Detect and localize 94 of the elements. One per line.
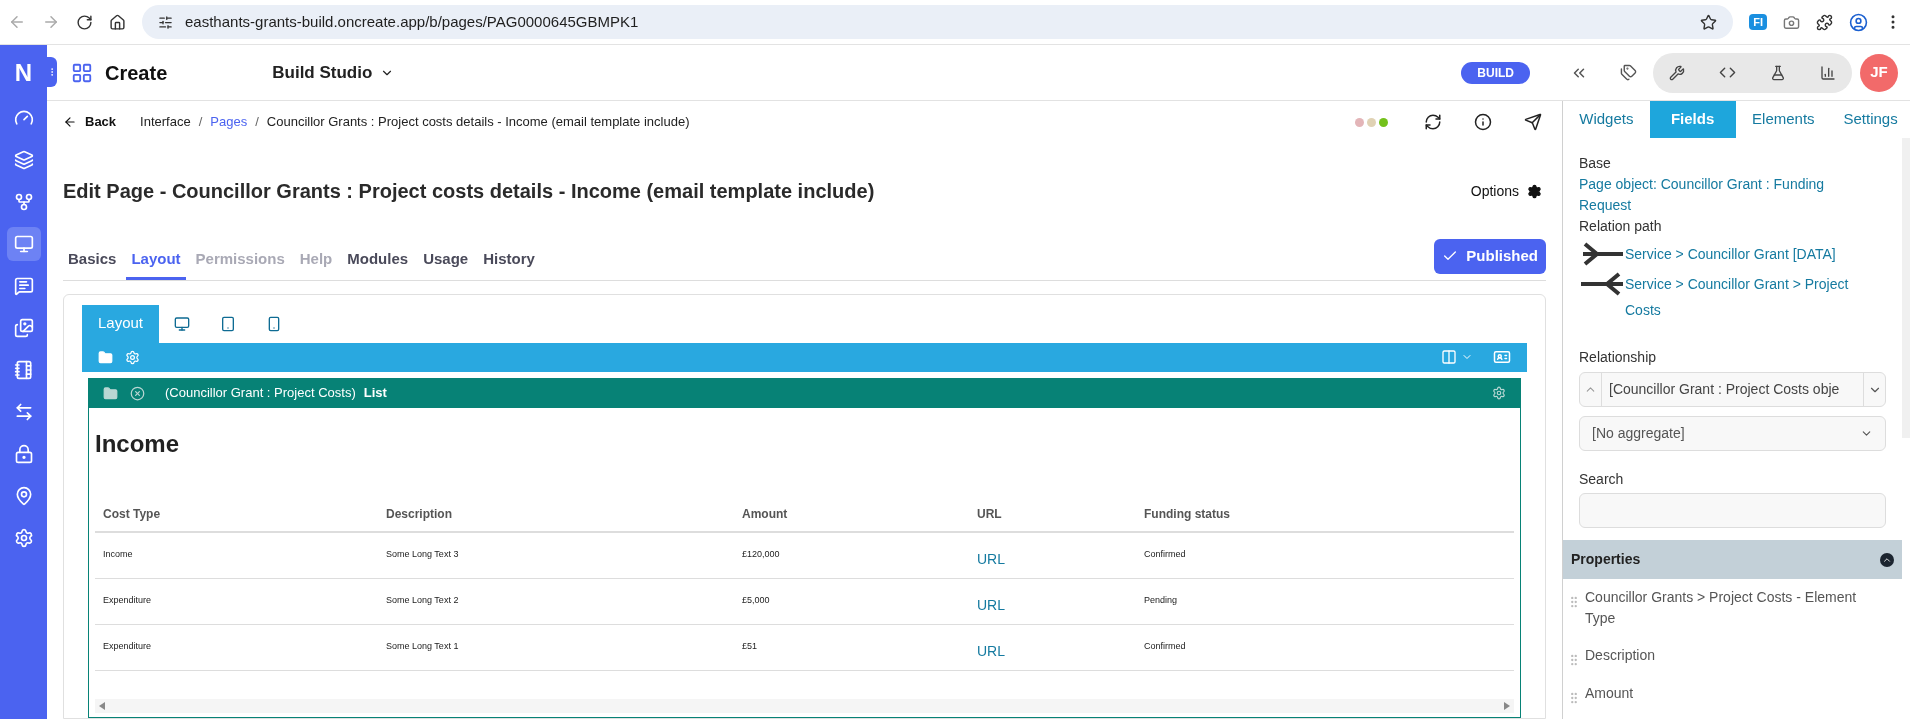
app-logo[interactable]: N <box>14 55 33 91</box>
site-info-icon[interactable] <box>158 14 173 30</box>
panel-tab[interactable]: Widgets <box>1563 101 1650 138</box>
extension-badge[interactable]: FI <box>1749 13 1767 31</box>
search-label: Search <box>1579 470 1625 489</box>
create-logo-icon <box>71 61 93 84</box>
gear-icon <box>1527 183 1542 199</box>
table-cell-text: Some Long Text 1 <box>385 640 460 654</box>
table-cell-text: £5,000 <box>741 594 771 608</box>
breadcrumb-item[interactable]: Pages <box>210 112 248 132</box>
breadcrumb-item: Councillor Grants : Project costs details - Income (email template include) <box>266 113 690 132</box>
page-tab[interactable]: Usage <box>418 248 474 280</box>
wrench-icon[interactable] <box>1669 64 1685 81</box>
mode-badge: BUILD <box>1461 61 1530 84</box>
panel-tab[interactable]: Elements <box>1735 101 1832 138</box>
send-icon[interactable] <box>1524 113 1542 131</box>
brand-name: Create <box>105 60 168 86</box>
table-cell-text: Some Long Text 2 <box>385 594 460 608</box>
panel-tab[interactable]: Settings <box>1831 101 1910 138</box>
url-link[interactable]: URL <box>969 632 1136 662</box>
sidebar-handle[interactable] <box>47 57 57 87</box>
table-cell-text: Confirmed <box>1143 640 1187 654</box>
table-cell-text: Expenditure <box>102 594 153 608</box>
user-avatar[interactable]: JF <box>1860 53 1898 92</box>
table-cell-text: Income <box>102 548 134 562</box>
column-header: Cost Type <box>102 506 162 523</box>
breadcrumb-item: Interface <box>140 113 191 132</box>
url-link[interactable]: URL <box>969 586 1136 616</box>
breadcrumb-separator: / <box>255 113 259 132</box>
page-tab[interactable]: Modules <box>342 248 414 280</box>
property-item[interactable]: Amount <box>1585 683 1646 704</box>
table-cell-text: Pending <box>1143 594 1179 608</box>
horizontal-scrollbar[interactable] <box>95 699 1514 713</box>
module-type: List <box>363 384 387 403</box>
chart-icon[interactable] <box>1820 64 1836 81</box>
settings-icon[interactable] <box>1492 386 1506 400</box>
folder-icon[interactable] <box>98 349 113 365</box>
close-icon[interactable] <box>130 385 145 401</box>
panel-tab[interactable]: Fields <box>1649 101 1736 138</box>
tags-icon[interactable] <box>1620 64 1637 81</box>
url-link[interactable]: URL <box>969 540 1136 570</box>
columns-icon[interactable] <box>1441 349 1457 365</box>
properties-header[interactable]: Properties <box>1563 540 1902 579</box>
flask-icon[interactable] <box>1770 64 1786 81</box>
base-link[interactable]: Page object: Councillor Grant : Funding Request <box>1579 174 1886 216</box>
puzzle-icon[interactable] <box>1816 13 1833 31</box>
back-link[interactable]: Back <box>63 112 117 132</box>
property-item[interactable]: Councillor Grants > Project Costs - Element Type <box>1585 587 1898 629</box>
camera-icon[interactable] <box>1783 13 1800 31</box>
card-icon[interactable] <box>1493 348 1511 366</box>
column-header: Funding status <box>1143 506 1231 523</box>
table-cell-text: Some Long Text 3 <box>385 548 460 562</box>
module-source: (Councillor Grant : Project Costs) <box>165 384 356 403</box>
scroll-right-icon[interactable] <box>1504 702 1510 710</box>
url-text: easthants-grants-build.oncreate.app/b/pages/PAG0000645GBMPK1 <box>185 11 640 32</box>
page-tab[interactable]: History <box>478 248 540 280</box>
options-button[interactable]: Options <box>1470 180 1542 202</box>
aggregate-select[interactable]: [No aggregate] <box>1579 416 1886 451</box>
folder-icon[interactable] <box>103 385 118 401</box>
column-header: Description <box>385 506 453 523</box>
list-heading: Income <box>95 428 181 459</box>
relation-path-label: Relation path <box>1579 217 1663 236</box>
page-tab[interactable]: Layout <box>126 248 186 280</box>
table-cell-text: £120,000 <box>741 548 781 562</box>
relationship-label: Relationship <box>1579 348 1658 367</box>
layout-tab[interactable]: Layout <box>82 304 160 343</box>
monitor-icon[interactable] <box>6 227 41 261</box>
column-header: Amount <box>741 506 789 523</box>
property-item[interactable]: Description <box>1585 645 1668 666</box>
refresh-icon[interactable] <box>1424 113 1442 131</box>
column-header: URL <box>976 506 1003 523</box>
arrow-left-icon <box>1579 272 1625 296</box>
scroll-left-icon[interactable] <box>99 702 105 710</box>
relation-link[interactable]: Service > Councillor Grant > Project Costs <box>1625 271 1874 323</box>
table-cell-text: £51 <box>741 640 759 654</box>
address-bar[interactable]: easthants-grants-build.oncreate.app/b/pages/PAG0000645GBMPK1 <box>142 5 1734 39</box>
reload-icon[interactable] <box>76 13 93 31</box>
page-tab[interactable]: Basics <box>63 248 122 280</box>
table-cell-text: Confirmed <box>1143 548 1187 562</box>
published-button[interactable]: Published <box>1434 239 1546 274</box>
breadcrumb-separator: / <box>198 113 203 132</box>
info-icon[interactable] <box>1474 113 1492 131</box>
relation-link[interactable]: Service > Councillor Grant [DATA] <box>1625 241 1836 267</box>
profile-icon[interactable] <box>1849 12 1868 32</box>
bookmark-star-icon[interactable] <box>1700 13 1718 31</box>
collapse-icon[interactable] <box>1880 552 1894 567</box>
page-title: Edit Page - Councillor Grants : Project costs details - Income (email template include) <box>63 179 875 204</box>
table-cell-text: Expenditure <box>102 640 153 654</box>
relationship-value: [Councillor Grant : Project Costs obje <box>1608 380 1841 399</box>
home-icon[interactable] <box>109 13 126 31</box>
relationship-select[interactable]: [Councillor Grant : Project Costs obje <box>1579 372 1886 407</box>
search-field[interactable] <box>1579 493 1886 528</box>
studio-dropdown[interactable]: Build Studio <box>272 59 395 86</box>
base-label: Base <box>1579 154 1612 173</box>
